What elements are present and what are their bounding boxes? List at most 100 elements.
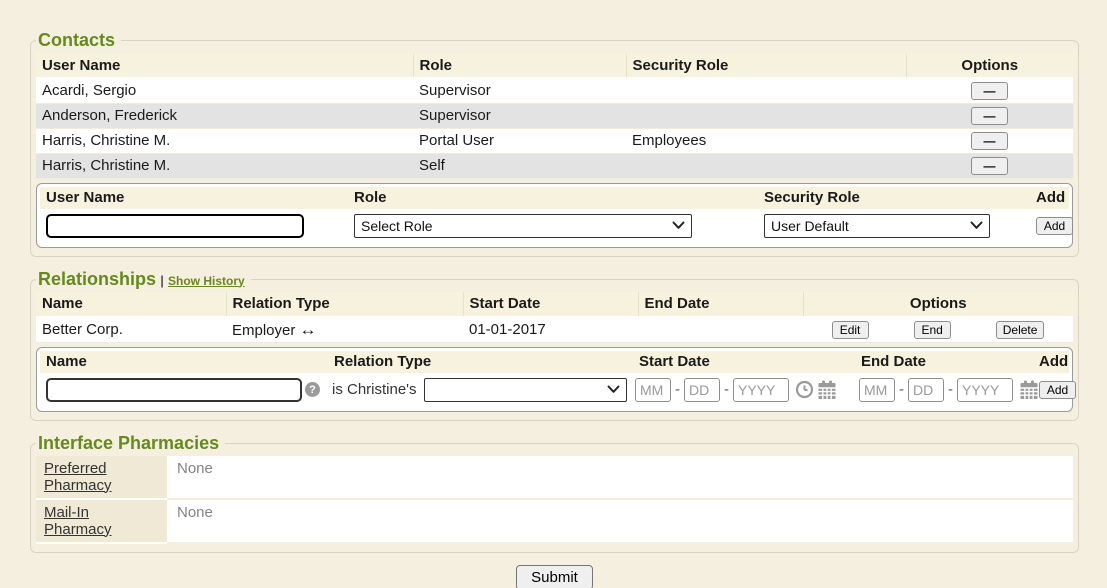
minus-icon: — <box>984 109 996 123</box>
end-year-input[interactable] <box>957 378 1013 402</box>
add-contact-col-security-role: Security Role <box>758 187 1030 209</box>
add-relationship-col-relation-type: Relation Type <box>328 351 633 373</box>
relationship-name-input[interactable] <box>46 378 302 402</box>
relationships-header-row: Name Relation Type Start Date End Date O… <box>36 292 1073 317</box>
interface-pharmacies-section: Interface Pharmacies Preferred Pharmacy … <box>30 433 1079 553</box>
relationship-start-date: 01-01-2017 <box>463 317 638 343</box>
add-contact-header-row: User Name Role Security Role Add <box>40 187 1069 209</box>
remove-contact-button[interactable]: — <box>971 157 1008 175</box>
minus-icon: — <box>984 134 996 148</box>
relationships-col-options: Options <box>803 292 1073 317</box>
double-arrow-icon: ↔ <box>300 320 317 339</box>
remove-contact-button[interactable]: — <box>971 132 1008 150</box>
add-relationship-input-row: ? is Christine's <box>40 373 1069 408</box>
add-relationship-button[interactable]: Add <box>1039 381 1076 399</box>
start-day-input[interactable] <box>684 378 720 402</box>
contact-security-role <box>626 103 906 128</box>
contacts-legend: Contacts <box>36 30 121 51</box>
help-icon[interactable]: ? <box>305 382 320 397</box>
add-relationship-header-row: Name Relation Type Start Date End Date A… <box>40 351 1069 373</box>
add-contact-col-add: Add <box>1030 187 1069 209</box>
contact-row: Harris, Christine M. Self — <box>36 153 1073 178</box>
legend-separator: | <box>160 273 164 288</box>
relationship-name: Better Corp. <box>36 317 226 343</box>
add-relationship-table: Name Relation Type Start Date End Date A… <box>40 351 1069 408</box>
interface-pharmacies-legend: Interface Pharmacies <box>36 433 225 454</box>
contact-user-name: Harris, Christine M. <box>36 128 413 153</box>
submit-row: Submit <box>30 565 1079 588</box>
contact-user-name: Harris, Christine M. <box>36 153 413 178</box>
calendar-icon[interactable] <box>1019 380 1039 400</box>
contact-role: Self <box>413 153 626 178</box>
preferred-pharmacy-value: None <box>167 456 1073 499</box>
relationships-col-name: Name <box>36 292 226 317</box>
contact-row: Anderson, Frederick Supervisor — <box>36 103 1073 128</box>
possessive-text: is Christine's <box>332 381 417 398</box>
relationship-end-date <box>638 317 803 343</box>
add-relationship-col-add: Add <box>1033 351 1069 373</box>
start-month-input[interactable] <box>635 378 671 402</box>
relation-type-select[interactable] <box>424 378 627 402</box>
remove-contact-button[interactable]: — <box>971 82 1008 100</box>
chevron-down-icon <box>672 221 685 230</box>
submit-button[interactable]: Submit <box>516 565 593 588</box>
end-day-input[interactable] <box>908 378 944 402</box>
add-contact-input-row: Select Role User Default Add <box>40 209 1069 244</box>
edit-relationship-button[interactable]: Edit <box>832 321 869 339</box>
date-separator: - <box>675 381 680 398</box>
contacts-header-row: User Name Role Security Role Options <box>36 53 1073 78</box>
contacts-col-user-name: User Name <box>36 53 413 78</box>
pharmacy-row: Preferred Pharmacy None <box>36 456 1073 499</box>
remove-contact-button[interactable]: — <box>971 107 1008 125</box>
date-separator: - <box>899 381 904 398</box>
preferred-pharmacy-link[interactable]: Preferred Pharmacy <box>44 460 134 494</box>
contact-role-select[interactable]: Select Role <box>354 214 692 238</box>
minus-icon: — <box>984 159 996 173</box>
start-year-input[interactable] <box>733 378 789 402</box>
contact-row: Acardi, Sergio Supervisor — <box>36 78 1073 103</box>
contact-security-role <box>626 78 906 103</box>
page: Contacts User Name Role Security Role Op… <box>0 0 1107 588</box>
relationships-title: Relationships <box>38 269 156 289</box>
relationships-legend: Relationships | Show History <box>36 269 251 290</box>
date-separator: - <box>724 381 729 398</box>
contacts-col-security-role: Security Role <box>626 53 906 78</box>
add-contact-table: User Name Role Security Role Add Select … <box>40 187 1069 244</box>
add-contact-button[interactable]: Add <box>1036 217 1073 235</box>
pharmacy-row: Mail-In Pharmacy None <box>36 499 1073 543</box>
add-relationship-col-end-date: End Date <box>855 351 1033 373</box>
end-month-input[interactable] <box>859 378 895 402</box>
contacts-title: Contacts <box>38 30 115 50</box>
contact-role: Supervisor <box>413 78 626 103</box>
contact-role-selected-value: Select Role <box>361 218 433 234</box>
contact-user-name: Anderson, Frederick <box>36 103 413 128</box>
add-relationship-col-name: Name <box>40 351 328 373</box>
relationships-col-relation-type: Relation Type <box>226 292 463 317</box>
calendar-icon[interactable] <box>817 380 837 400</box>
add-contact-box: User Name Role Security Role Add Select … <box>36 183 1073 248</box>
add-relationship-box: Name Relation Type Start Date End Date A… <box>36 347 1073 412</box>
interface-pharmacies-title: Interface Pharmacies <box>38 433 219 453</box>
add-contact-col-role: Role <box>348 187 758 209</box>
relationship-type-label: Employer <box>232 322 295 339</box>
show-history-link[interactable]: Show History <box>168 274 245 288</box>
contact-user-name-input[interactable] <box>46 214 304 238</box>
delete-relationship-button[interactable]: Delete <box>996 321 1045 339</box>
mail-in-pharmacy-value: None <box>167 499 1073 543</box>
contact-security-role <box>626 153 906 178</box>
mail-in-pharmacy-link[interactable]: Mail-In Pharmacy <box>44 504 134 538</box>
contacts-col-role: Role <box>413 53 626 78</box>
contact-security-role-selected-value: User Default <box>771 218 849 234</box>
contact-security-role: Employees <box>626 128 906 153</box>
clock-icon[interactable] <box>795 380 814 399</box>
relationships-col-end-date: End Date <box>638 292 803 317</box>
chevron-down-icon <box>607 385 620 394</box>
contact-role: Portal User <box>413 128 626 153</box>
contact-security-role-select[interactable]: User Default <box>764 214 990 238</box>
relationship-row: Better Corp. Employer ↔ 01-01-2017 Edit … <box>36 317 1073 343</box>
contacts-table: User Name Role Security Role Options Aca… <box>36 53 1073 179</box>
end-relationship-button[interactable]: End <box>914 321 951 339</box>
pharmacies-table: Preferred Pharmacy None Mail-In Pharmacy… <box>36 456 1073 544</box>
contact-role: Supervisor <box>413 103 626 128</box>
relationships-col-start-date: Start Date <box>463 292 638 317</box>
